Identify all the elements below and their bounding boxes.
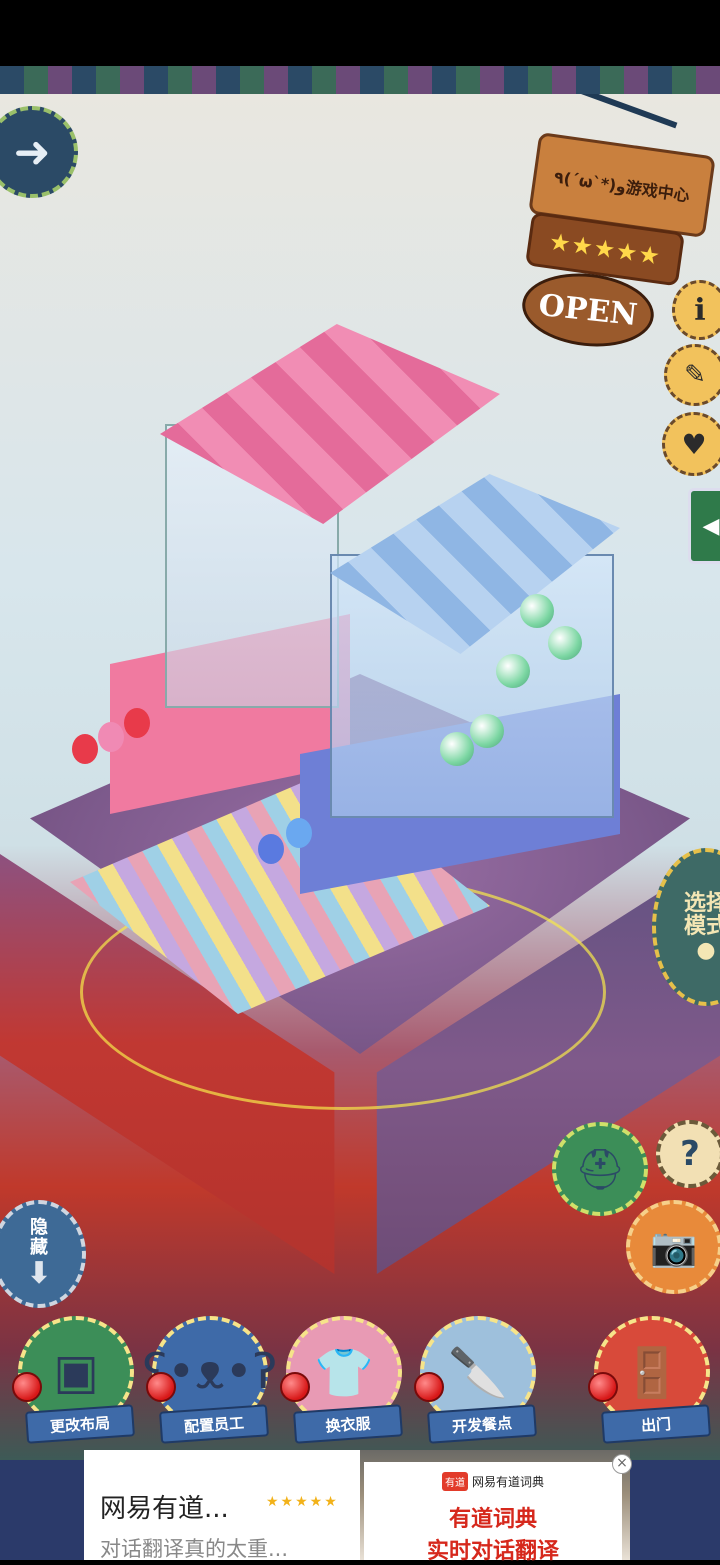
ad-brand-name: 网易有道词典: [471, 1475, 544, 1489]
heart-icon: ♥: [681, 427, 707, 461]
hide-label-2: 藏: [30, 1236, 48, 1258]
select-mode-label-1: 选择: [683, 891, 720, 917]
status-bar: [0, 0, 720, 66]
balloon-blue: [286, 818, 312, 848]
ad-image[interactable]: 有道 网易有道词典 有道词典 实时对话翻译: [360, 1450, 630, 1564]
info-icon: i: [694, 292, 706, 328]
assign-staff-button[interactable]: ʕ•ᴥ•ʔ 配置员工: [143, 1316, 277, 1444]
camera-button[interactable]: 📷: [626, 1200, 720, 1294]
ad-banner[interactable]: 网易有道... ★★★★★ 对话翻译真的太重... 有道 网易有道词典 有道词典…: [84, 1450, 630, 1564]
shop-name: ٩(ˊωˋ*)و游戏中心: [552, 167, 691, 206]
gacha-capsule: [548, 626, 582, 660]
assign-staff-label: 配置员工: [159, 1404, 269, 1444]
change-layout-label: 更改布局: [25, 1404, 135, 1444]
sign-bracket: [562, 94, 678, 129]
back-arrow-button[interactable]: ➜: [0, 106, 78, 198]
ad-rating-stars: ★★★★★: [266, 1494, 339, 1510]
chevron-left-icon: ◀: [702, 513, 720, 539]
gacha-capsule: [496, 654, 530, 688]
youdao-logo-icon: 有道: [441, 1472, 468, 1491]
pin-icon: [146, 1372, 176, 1402]
change-layout-button[interactable]: ▣ 更改布局: [12, 1316, 135, 1444]
ad-headline-1: 有道词典: [448, 1507, 537, 1532]
rating-stars: ★★★★★: [547, 227, 663, 271]
develop-menu-label: 开发餐点: [427, 1404, 537, 1444]
pin-icon: [414, 1372, 444, 1402]
select-mode-label-2: 模式: [683, 914, 720, 940]
info-button[interactable]: i: [672, 280, 720, 340]
go-out-button[interactable]: 🚪 出门: [588, 1316, 711, 1444]
hide-label-1: 隐: [30, 1216, 48, 1238]
collapse-tab[interactable]: ◀: [688, 488, 720, 564]
heart-button[interactable]: ♥: [662, 412, 720, 476]
change-clothes-button[interactable]: 👕 换衣服: [280, 1316, 403, 1444]
ad-close-icon[interactable]: ×: [612, 1454, 632, 1474]
camera-icon: 📷: [650, 1224, 698, 1269]
gacha-capsule: [440, 732, 474, 766]
go-out-label: 出门: [601, 1404, 711, 1444]
develop-menu-button[interactable]: 🔪 开发餐点: [414, 1316, 537, 1444]
change-clothes-label: 换衣服: [293, 1404, 403, 1444]
gacha-capsule: [470, 714, 504, 748]
question-icon: ?: [680, 1134, 700, 1174]
help-button[interactable]: ?: [656, 1120, 720, 1188]
book-button[interactable]: ✎: [664, 344, 720, 406]
mouse-icon: ●: [696, 937, 716, 963]
hide-button[interactable]: 隐 藏 ⬇: [0, 1200, 86, 1308]
ad-text-area[interactable]: 网易有道... ★★★★★ 对话翻译真的太重...: [84, 1450, 360, 1561]
game-scene[interactable]: ➜ ٩(ˊωˋ*)و游戏中心 ★★★★★ OPEN i ✎ ♥ ◀ 选择 模式 …: [0, 94, 720, 1460]
pin-icon: [280, 1372, 310, 1402]
hat-icon: ⛑: [574, 1146, 626, 1193]
balloon-red: [72, 734, 98, 764]
ad-card: 有道 网易有道词典 有道词典 实时对话翻译: [364, 1462, 622, 1564]
balloon-red: [124, 708, 150, 738]
pin-icon: [12, 1372, 42, 1402]
hat-button[interactable]: ⛑: [552, 1122, 648, 1216]
balloon-pink: [98, 722, 124, 752]
ad-brand: 有道 网易有道词典: [441, 1472, 544, 1491]
top-decorative-border: [0, 66, 720, 94]
arrow-right-icon: ➜: [13, 126, 51, 178]
book-icon: ✎: [684, 360, 706, 390]
arrow-down-icon: ⬇: [26, 1256, 52, 1292]
open-status: OPEN: [536, 287, 640, 333]
ad-subtitle: 对话翻译真的太重...: [100, 1537, 289, 1561]
ad-headline-2: 实时对话翻译: [426, 1539, 559, 1564]
gacha-capsule: [520, 594, 554, 628]
balloon-blue: [258, 834, 284, 864]
pin-icon: [588, 1372, 618, 1402]
